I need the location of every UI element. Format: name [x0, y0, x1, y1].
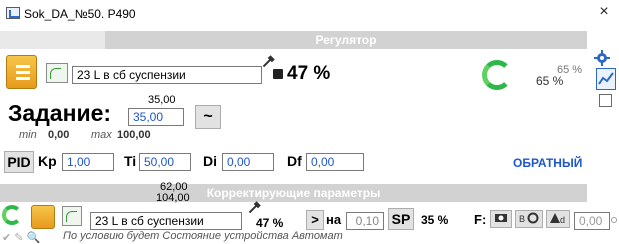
plot-icon[interactable] [46, 63, 68, 83]
pid-button[interactable]: PID [4, 151, 34, 173]
status-icons: ✔ ✎ 🔍 [2, 232, 41, 244]
ti-label: Ti [124, 153, 137, 169]
ti-field[interactable]: 50,00 [139, 153, 191, 171]
status-text: По условию будет Состояние устройства Ав… [63, 230, 343, 242]
tilde-button[interactable]: ~ [195, 105, 221, 129]
sensor-name-field[interactable]: 23 L в сб суспензии [72, 66, 262, 84]
sync-button[interactable]: B [515, 210, 543, 228]
max-value: 100,00 [117, 129, 151, 141]
checkbox[interactable] [599, 94, 612, 107]
sp-button[interactable]: SP [388, 208, 414, 230]
close-icon[interactable]: × [594, 3, 614, 21]
sp-value: 35 % [421, 213, 449, 227]
svg-text:d: d [560, 215, 565, 225]
svg-text:B: B [519, 214, 525, 224]
refresh-icon[interactable] [482, 60, 512, 90]
right-value: 65 % [536, 74, 564, 88]
pid-mode[interactable]: ОБРАТНЫЙ [513, 156, 582, 170]
correction-top2: 104,00 [156, 192, 190, 204]
na-label: на [326, 212, 342, 227]
correction-pen-icon[interactable] [248, 204, 258, 214]
na-field[interactable]: 0,10 [346, 212, 384, 230]
settings-icon[interactable] [594, 50, 610, 66]
correction-sensor-field[interactable]: 23 L в сб суспензии [90, 212, 242, 230]
correction-header: Корректирующие параметры [0, 184, 587, 202]
df-field[interactable]: 0,00 [306, 153, 364, 171]
correction-refresh-icon[interactable] [2, 205, 22, 225]
save-icon[interactable] [273, 69, 283, 79]
setpoint-above: 35,00 [148, 94, 176, 106]
correction-value: 47 % [256, 216, 284, 230]
gt-button[interactable]: > [306, 210, 324, 230]
setpoint-label: Задание: [8, 100, 112, 126]
f-field[interactable]: 0,00 [574, 212, 610, 230]
df-label: Df [287, 153, 302, 169]
correction-plot-icon[interactable] [62, 206, 82, 226]
f-label: F: [474, 212, 487, 227]
sensor-value: 47 % [287, 63, 331, 84]
di-field[interactable]: 0,00 [222, 153, 274, 171]
bar-left-strip [0, 31, 105, 49]
f-indicator [611, 217, 617, 223]
camera-button[interactable] [490, 210, 512, 228]
correction-regulator-icon[interactable] [31, 205, 55, 229]
kp-label: Kp [38, 153, 57, 169]
window-title: Sok_DA_№50. P490 [24, 7, 136, 21]
regulator-header: Регулятор [105, 31, 587, 49]
min-label: min [19, 129, 37, 141]
right-value-faded: 65 % [557, 64, 583, 76]
pen-icon[interactable] [262, 58, 272, 68]
setpoint-field[interactable]: 35,00 [128, 108, 184, 126]
max-label: max [91, 129, 112, 141]
min-value: 0,00 [48, 129, 70, 141]
kp-field[interactable]: 1,00 [62, 153, 114, 171]
di-label: Di [203, 153, 217, 169]
regulator-icon[interactable] [6, 55, 37, 89]
trend-icon[interactable] [596, 68, 616, 90]
delta-button[interactable]: d [546, 210, 570, 228]
window-icon [6, 7, 20, 19]
